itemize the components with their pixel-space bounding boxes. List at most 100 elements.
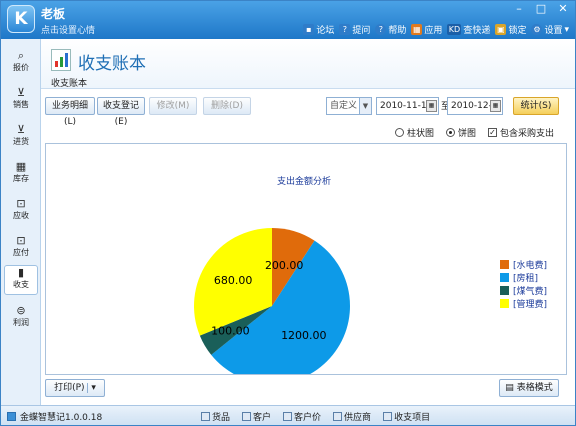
legend-swatch bbox=[500, 273, 509, 282]
date-from-field[interactable]: 2010-11-18 ▦ bbox=[376, 97, 439, 115]
statistics-button[interactable]: 统计(S) bbox=[513, 97, 559, 115]
link-goods[interactable]: 货品 bbox=[201, 410, 230, 423]
radio-bar[interactable] bbox=[395, 127, 404, 137]
page-title: 收支账本 bbox=[78, 54, 146, 74]
receivable-icon: ⊡ bbox=[16, 197, 26, 210]
sidebar-item-label: 销售 bbox=[13, 100, 29, 109]
close-icon[interactable]: ✕ bbox=[557, 3, 569, 15]
table-mode-button[interactable]: ▤ 表格模式 bbox=[499, 379, 559, 397]
data-label: 200.00 bbox=[265, 259, 304, 272]
sidebar-item-purchase[interactable]: ⊻ 进货 bbox=[4, 123, 38, 153]
profit-icon: ⊜ bbox=[16, 304, 26, 317]
link-income-expense-items[interactable]: 收支项目 bbox=[383, 410, 430, 423]
app-status-icon bbox=[7, 412, 16, 421]
link-customer[interactable]: 客户 bbox=[242, 410, 271, 423]
lock-icon: ▣ bbox=[495, 24, 507, 35]
menu-label: 论坛 bbox=[316, 26, 335, 36]
link-supplier[interactable]: 供应商 bbox=[333, 410, 371, 423]
bar-chart-option[interactable]: 柱状图 bbox=[395, 125, 434, 139]
delete-button[interactable]: 删除(D) bbox=[203, 97, 251, 115]
menu-label: 锁定 bbox=[508, 26, 527, 36]
page-header: 收支账本 收支账本 bbox=[41, 39, 575, 89]
breadcrumb: 收支账本 bbox=[51, 79, 88, 89]
table-mode-label: 表格模式 bbox=[516, 383, 553, 393]
sidebar-item-label: 应收 bbox=[13, 211, 29, 220]
print-label: 打印(P) bbox=[54, 383, 85, 393]
sidebar-item-receivable[interactable]: ⊡ 应收 bbox=[4, 197, 38, 227]
period-select[interactable]: 自定义 ▼ bbox=[326, 97, 372, 115]
sidebar-item-income-expense[interactable]: ▮ 收支 bbox=[4, 265, 38, 295]
pie-chart-option[interactable]: 饼图 bbox=[446, 125, 476, 139]
app-logo-icon: K bbox=[7, 5, 35, 33]
radio-pie[interactable] bbox=[446, 127, 456, 137]
legend-label: [房租] bbox=[513, 272, 538, 284]
calendar-icon[interactable]: ▦ bbox=[490, 100, 501, 112]
product-version: 金蝶智慧记1.0.0.18 bbox=[20, 413, 103, 423]
menu-label: 应用 bbox=[424, 26, 443, 36]
menu-label: 提问 bbox=[352, 26, 371, 36]
sidebar-item-label: 利润 bbox=[13, 318, 29, 327]
legend-swatch bbox=[500, 286, 509, 295]
menu-express[interactable]: KD 查快递 bbox=[447, 23, 490, 36]
sidebar-item-inventory[interactable]: ▦ 库存 bbox=[4, 160, 38, 190]
date-to-field[interactable]: 2010-12- 3 ▦ bbox=[447, 97, 503, 115]
period-value: 自定义 bbox=[330, 101, 358, 111]
question-icon: ? bbox=[339, 24, 351, 35]
legend-label: [管理费] bbox=[513, 298, 547, 310]
link-customer-price[interactable]: 客户价 bbox=[283, 410, 321, 423]
maximize-icon[interactable]: □ bbox=[535, 3, 547, 15]
chart-area: 支出金额分析 200.00 1200.00 100.00 680.00 [水电费] [房… bbox=[45, 143, 567, 384]
option-label: 柱状图 bbox=[407, 128, 435, 139]
menu-forum[interactable]: ▪ 论坛 bbox=[303, 23, 334, 36]
business-detail-button[interactable]: 业务明细(L) bbox=[45, 97, 95, 127]
inventory-icon: ▦ bbox=[15, 160, 27, 173]
income-expense-items-icon bbox=[383, 412, 393, 421]
toolbar: 业务明细(L) 收支登记(E) 修改(M) 删除(D) 自定义 ▼ 2010-11… bbox=[41, 97, 575, 127]
window-controls: – □ ✕ bbox=[513, 3, 569, 15]
main-panel: 收支账本 收支账本 业务明细(L) 收支登记(E) 修改(M) 删除(D) 自定… bbox=[41, 39, 575, 405]
chevron-down-icon: ▾ bbox=[87, 383, 96, 393]
income-expense-icon: ▮ bbox=[17, 266, 25, 279]
settings-icon: ⚙ bbox=[531, 24, 543, 35]
sales-icon: ⊻ bbox=[16, 86, 26, 99]
date-from-value: 2010-11-18 bbox=[380, 101, 433, 111]
menu-lock[interactable]: ▣ 锁定 bbox=[495, 23, 526, 36]
quick-links: 货品 客户 客户价 供应商 收支项目 bbox=[201, 410, 430, 423]
print-button[interactable]: 打印(P) ▾ bbox=[45, 379, 105, 397]
sidebar-item-label: 进货 bbox=[13, 137, 29, 146]
sidebar-item-label: 库存 bbox=[13, 174, 29, 183]
legend-swatch bbox=[500, 260, 509, 269]
express-icon: KD bbox=[447, 24, 462, 35]
link-label: 客户价 bbox=[294, 413, 322, 423]
top-menu: ▪ 论坛 ? 提问 ? 帮助 ▦ 应用 KD 查快递 ▣ 锁定 ⚙ 设置 ▾ bbox=[303, 23, 569, 36]
sidebar-item-label: 报价 bbox=[13, 63, 29, 72]
minimize-icon[interactable]: – bbox=[513, 3, 525, 15]
sidebar-item-sales[interactable]: ⊻ 销售 bbox=[4, 86, 38, 116]
menu-help[interactable]: ? 帮助 bbox=[375, 23, 406, 36]
sidebar-item-quote[interactable]: ⌕ 报价 bbox=[4, 49, 38, 79]
menu-settings[interactable]: ⚙ 设置 ▾ bbox=[531, 23, 569, 36]
register-button[interactable]: 收支登记(E) bbox=[97, 97, 145, 127]
sidebar-item-payable[interactable]: ⊡ 应付 bbox=[4, 234, 38, 264]
data-label: 1200.00 bbox=[281, 329, 327, 342]
link-label: 货品 bbox=[212, 413, 231, 423]
forum-icon: ▪ bbox=[303, 24, 315, 35]
supplier-icon bbox=[333, 412, 343, 421]
product-info: 金蝶智慧记1.0.0.18 bbox=[7, 410, 102, 423]
include-purchase-option[interactable]: ✓ 包含采购支出 bbox=[488, 125, 554, 139]
mood-setting-link[interactable]: 点击设置心情 bbox=[41, 23, 95, 36]
menu-apps[interactable]: ▦ 应用 bbox=[411, 23, 442, 36]
include-purchase-checkbox[interactable]: ✓ bbox=[488, 127, 498, 137]
app-title: 老板 bbox=[41, 7, 66, 21]
data-label: 100.00 bbox=[211, 325, 250, 338]
menu-question[interactable]: ? 提问 bbox=[339, 23, 370, 36]
ledger-icon bbox=[51, 49, 71, 71]
data-label: 680.00 bbox=[214, 274, 253, 287]
chart-options: 柱状图 饼图 ✓ 包含采购支出 bbox=[395, 125, 554, 139]
link-label: 客户 bbox=[253, 413, 272, 423]
status-bar: 金蝶智慧记1.0.0.18 货品 客户 客户价 供应商 收支项目 bbox=[1, 405, 575, 425]
calendar-icon[interactable]: ▦ bbox=[426, 100, 437, 112]
menu-label: 帮助 bbox=[388, 26, 407, 36]
edit-button[interactable]: 修改(M) bbox=[149, 97, 197, 115]
sidebar-item-profit[interactable]: ⊜ 利润 bbox=[4, 304, 38, 334]
